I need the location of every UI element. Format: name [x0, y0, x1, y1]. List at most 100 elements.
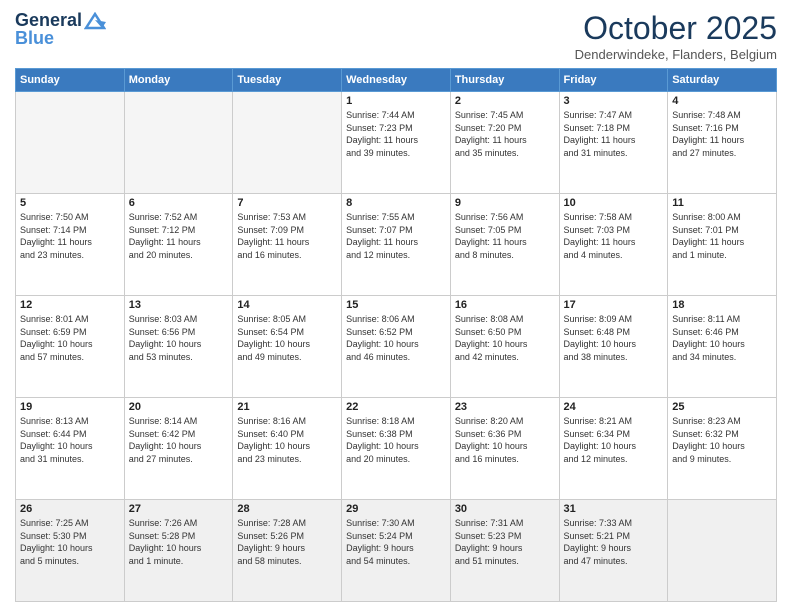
- day-info: Sunrise: 8:01 AM Sunset: 6:59 PM Dayligh…: [20, 313, 120, 363]
- calendar-cell: 1 Sunrise: 7:44 AM Sunset: 7:23 PM Daylig…: [342, 92, 451, 194]
- day-info: Sunrise: 7:45 AM Sunset: 7:20 PM Dayligh…: [455, 109, 555, 159]
- day-info: Sunrise: 8:18 AM Sunset: 6:38 PM Dayligh…: [346, 415, 446, 465]
- day-number: 12: [20, 299, 120, 311]
- day-info: Sunrise: 7:58 AM Sunset: 7:03 PM Dayligh…: [564, 211, 664, 261]
- calendar-week-row: 1 Sunrise: 7:44 AM Sunset: 7:23 PM Daylig…: [16, 92, 777, 194]
- day-number: 1: [346, 95, 446, 107]
- day-number: 25: [672, 401, 772, 413]
- calendar-cell: 31 Sunrise: 7:33 AM Sunset: 5:21 PM Dayli…: [559, 500, 668, 602]
- calendar-cell: 23 Sunrise: 8:20 AM Sunset: 6:36 PM Dayli…: [450, 398, 559, 500]
- calendar-cell: 15 Sunrise: 8:06 AM Sunset: 6:52 PM Dayli…: [342, 296, 451, 398]
- day-number: 17: [564, 299, 664, 311]
- calendar-cell: 11 Sunrise: 8:00 AM Sunset: 7:01 PM Dayli…: [668, 194, 777, 296]
- day-number: 23: [455, 401, 555, 413]
- day-info: Sunrise: 7:56 AM Sunset: 7:05 PM Dayligh…: [455, 211, 555, 261]
- day-number: 8: [346, 197, 446, 209]
- day-number: 19: [20, 401, 120, 413]
- calendar-cell: 30Sunrise: 7:31 AM Sunset: 5:23 PM Dayli…: [450, 500, 559, 602]
- day-number: 15: [346, 299, 446, 311]
- day-info: Sunrise: 7:44 AM Sunset: 7:23 PM Dayligh…: [346, 109, 446, 159]
- day-number: 6: [129, 197, 229, 209]
- day-number: 16: [455, 299, 555, 311]
- location: Denderwindeke, Flanders, Belgium: [575, 47, 777, 62]
- weekday-header: Wednesday: [342, 69, 451, 92]
- calendar-cell: 6Sunrise: 7:52 AM Sunset: 7:12 PM Daylig…: [124, 194, 233, 296]
- calendar-cell: 19 Sunrise: 8:13 AM Sunset: 6:44 PM Dayli…: [16, 398, 125, 500]
- header: General Blue October 2025 Denderwindeke,…: [15, 10, 777, 62]
- day-info: Sunrise: 8:06 AM Sunset: 6:52 PM Dayligh…: [346, 313, 446, 363]
- day-number: 7: [237, 197, 337, 209]
- calendar-cell: 18 Sunrise: 8:11 AM Sunset: 6:46 PM Dayli…: [668, 296, 777, 398]
- day-info: Sunrise: 8:16 AM Sunset: 6:40 PM Dayligh…: [237, 415, 337, 465]
- calendar-cell: 14 Sunrise: 8:05 AM Sunset: 6:54 PM Dayli…: [233, 296, 342, 398]
- day-number: 29: [346, 503, 446, 515]
- calendar-cell: [668, 500, 777, 602]
- day-number: 10: [564, 197, 664, 209]
- day-info: Sunrise: 7:33 AM Sunset: 5:21 PM Dayligh…: [564, 517, 664, 567]
- calendar-cell: 13 Sunrise: 8:03 AM Sunset: 6:56 PM Dayli…: [124, 296, 233, 398]
- day-number: 11: [672, 197, 772, 209]
- calendar-table: SundayMondayTuesdayWednesdayThursdayFrid…: [15, 68, 777, 602]
- logo: General Blue: [15, 10, 106, 48]
- day-number: 26: [20, 503, 120, 515]
- calendar-cell: 7 Sunrise: 7:53 AM Sunset: 7:09 PM Daylig…: [233, 194, 342, 296]
- calendar-cell: 8 Sunrise: 7:55 AM Sunset: 7:07 PM Daylig…: [342, 194, 451, 296]
- calendar-cell: 3 Sunrise: 7:47 AM Sunset: 7:18 PM Daylig…: [559, 92, 668, 194]
- day-info: Sunrise: 8:20 AM Sunset: 6:36 PM Dayligh…: [455, 415, 555, 465]
- day-number: 18: [672, 299, 772, 311]
- calendar-cell: 28Sunrise: 7:28 AM Sunset: 5:26 PM Dayli…: [233, 500, 342, 602]
- day-info: Sunrise: 8:13 AM Sunset: 6:44 PM Dayligh…: [20, 415, 120, 465]
- weekday-header: Friday: [559, 69, 668, 92]
- day-info: Sunrise: 7:48 AM Sunset: 7:16 PM Dayligh…: [672, 109, 772, 159]
- weekday-header: Sunday: [16, 69, 125, 92]
- day-number: 4: [672, 95, 772, 107]
- day-info: Sunrise: 7:53 AM Sunset: 7:09 PM Dayligh…: [237, 211, 337, 261]
- calendar-cell: 24Sunrise: 8:21 AM Sunset: 6:34 PM Dayli…: [559, 398, 668, 500]
- day-number: 13: [129, 299, 229, 311]
- calendar-cell: [233, 92, 342, 194]
- day-info: Sunrise: 8:14 AM Sunset: 6:42 PM Dayligh…: [129, 415, 229, 465]
- month-title: October 2025: [575, 10, 777, 47]
- day-info: Sunrise: 7:25 AM Sunset: 5:30 PM Dayligh…: [20, 517, 120, 567]
- day-info: Sunrise: 8:00 AM Sunset: 7:01 PM Dayligh…: [672, 211, 772, 261]
- day-number: 31: [564, 503, 664, 515]
- day-info: Sunrise: 8:05 AM Sunset: 6:54 PM Dayligh…: [237, 313, 337, 363]
- day-info: Sunrise: 8:11 AM Sunset: 6:46 PM Dayligh…: [672, 313, 772, 363]
- calendar-cell: 16 Sunrise: 8:08 AM Sunset: 6:50 PM Dayli…: [450, 296, 559, 398]
- calendar-cell: [16, 92, 125, 194]
- calendar-cell: 2 Sunrise: 7:45 AM Sunset: 7:20 PM Daylig…: [450, 92, 559, 194]
- day-info: Sunrise: 8:23 AM Sunset: 6:32 PM Dayligh…: [672, 415, 772, 465]
- calendar-cell: 10 Sunrise: 7:58 AM Sunset: 7:03 PM Dayli…: [559, 194, 668, 296]
- page: General Blue October 2025 Denderwindeke,…: [0, 0, 792, 612]
- day-info: Sunrise: 7:47 AM Sunset: 7:18 PM Dayligh…: [564, 109, 664, 159]
- day-number: 3: [564, 95, 664, 107]
- weekday-header-row: SundayMondayTuesdayWednesdayThursdayFrid…: [16, 69, 777, 92]
- calendar-week-row: 19 Sunrise: 8:13 AM Sunset: 6:44 PM Dayli…: [16, 398, 777, 500]
- day-number: 2: [455, 95, 555, 107]
- weekday-header: Tuesday: [233, 69, 342, 92]
- weekday-header: Monday: [124, 69, 233, 92]
- day-info: Sunrise: 8:21 AM Sunset: 6:34 PM Dayligh…: [564, 415, 664, 465]
- weekday-header: Saturday: [668, 69, 777, 92]
- calendar-cell: 12 Sunrise: 8:01 AM Sunset: 6:59 PM Dayli…: [16, 296, 125, 398]
- logo-blue: Blue: [15, 29, 106, 49]
- calendar-cell: 29Sunrise: 7:30 AM Sunset: 5:24 PM Dayli…: [342, 500, 451, 602]
- day-number: 14: [237, 299, 337, 311]
- day-info: Sunrise: 8:03 AM Sunset: 6:56 PM Dayligh…: [129, 313, 229, 363]
- day-number: 22: [346, 401, 446, 413]
- calendar-week-row: 12 Sunrise: 8:01 AM Sunset: 6:59 PM Dayli…: [16, 296, 777, 398]
- day-number: 21: [237, 401, 337, 413]
- day-number: 28: [237, 503, 337, 515]
- day-number: 27: [129, 503, 229, 515]
- calendar-cell: 27Sunrise: 7:26 AM Sunset: 5:28 PM Dayli…: [124, 500, 233, 602]
- calendar-cell: 17 Sunrise: 8:09 AM Sunset: 6:48 PM Dayli…: [559, 296, 668, 398]
- day-info: Sunrise: 7:55 AM Sunset: 7:07 PM Dayligh…: [346, 211, 446, 261]
- calendar-cell: 26 Sunrise: 7:25 AM Sunset: 5:30 PM Dayli…: [16, 500, 125, 602]
- calendar-cell: 5Sunrise: 7:50 AM Sunset: 7:14 PM Daylig…: [16, 194, 125, 296]
- day-number: 30: [455, 503, 555, 515]
- day-info: Sunrise: 8:08 AM Sunset: 6:50 PM Dayligh…: [455, 313, 555, 363]
- day-number: 5: [20, 197, 120, 209]
- calendar-cell: 21 Sunrise: 8:16 AM Sunset: 6:40 PM Dayli…: [233, 398, 342, 500]
- day-info: Sunrise: 8:09 AM Sunset: 6:48 PM Dayligh…: [564, 313, 664, 363]
- title-block: October 2025 Denderwindeke, Flanders, Be…: [575, 10, 777, 62]
